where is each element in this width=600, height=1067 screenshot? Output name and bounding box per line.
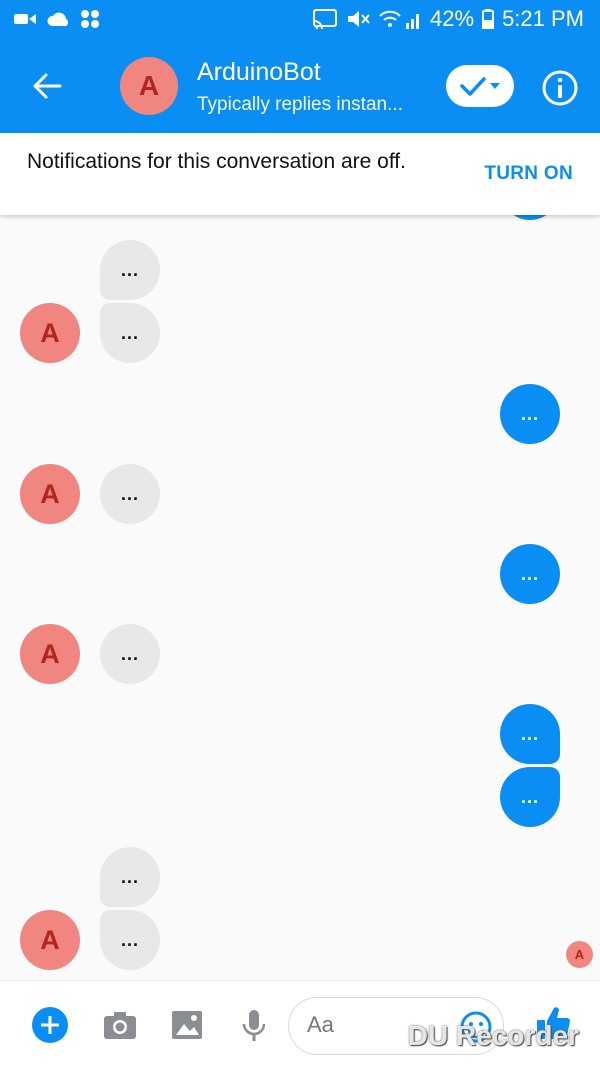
wifi-signal-icon	[379, 10, 420, 29]
notifications-off-banner: Notifications for this conversation are …	[0, 133, 600, 215]
incoming-message-bubble[interactable]: ...	[100, 847, 160, 907]
clock: 5:21 PM	[502, 6, 584, 31]
outgoing-message-bubble[interactable]: ...	[500, 384, 560, 444]
conversation-header: A ArduinoBot Typically replies instan...	[0, 40, 600, 133]
info-icon[interactable]	[541, 69, 579, 107]
microphone-icon[interactable]	[234, 1005, 274, 1045]
contact-subtitle: Typically replies instan...	[197, 94, 403, 115]
outgoing-message-bubble[interactable]: ...	[500, 767, 560, 827]
message-input-placeholder: Aa	[307, 1012, 334, 1037]
cast-icon	[313, 9, 338, 29]
incoming-message-bubble[interactable]: ...	[100, 464, 160, 524]
status-bar: 42% 5:21 PM	[0, 0, 600, 40]
cloud-icon	[47, 12, 69, 26]
mute-icon	[348, 11, 370, 27]
incoming-message-bubble[interactable]: ...	[100, 624, 160, 684]
sender-avatar[interactable]: A	[20, 464, 80, 524]
sender-avatar[interactable]: A	[20, 303, 80, 363]
contact-name[interactable]: ArduinoBot	[197, 58, 321, 87]
outgoing-message-bubble[interactable]: ...	[500, 544, 560, 604]
seen-indicator-avatar: A	[566, 941, 593, 968]
incoming-message-bubble[interactable]: ...	[100, 240, 160, 300]
battery-icon	[482, 9, 495, 29]
video-camera-icon	[14, 14, 36, 24]
watermark-text: DU Recorder	[407, 1020, 579, 1051]
camera-icon[interactable]	[100, 1005, 140, 1045]
plus-icon[interactable]	[30, 1005, 70, 1045]
sender-avatar[interactable]: A	[20, 624, 80, 684]
sender-avatar[interactable]: A	[20, 910, 80, 970]
apps-icon	[81, 10, 99, 28]
incoming-message-bubble[interactable]: ...	[100, 910, 160, 970]
notice-text: Notifications for this conversation are …	[27, 150, 406, 173]
turn-on-button[interactable]: TURN ON	[484, 163, 573, 185]
battery-percent: 42%	[430, 6, 475, 31]
incoming-message-bubble[interactable]: ...	[100, 303, 160, 363]
gallery-icon[interactable]	[167, 1005, 207, 1045]
outgoing-message-bubble[interactable]: ...	[500, 704, 560, 764]
video-camera-icon	[366, 1025, 399, 1047]
back-arrow-icon[interactable]	[26, 66, 66, 106]
recorder-watermark: DU Recorder	[366, 1020, 579, 1052]
contact-avatar[interactable]: A	[120, 57, 178, 115]
check-menu-button[interactable]	[446, 65, 514, 107]
check-icon	[460, 77, 500, 96]
